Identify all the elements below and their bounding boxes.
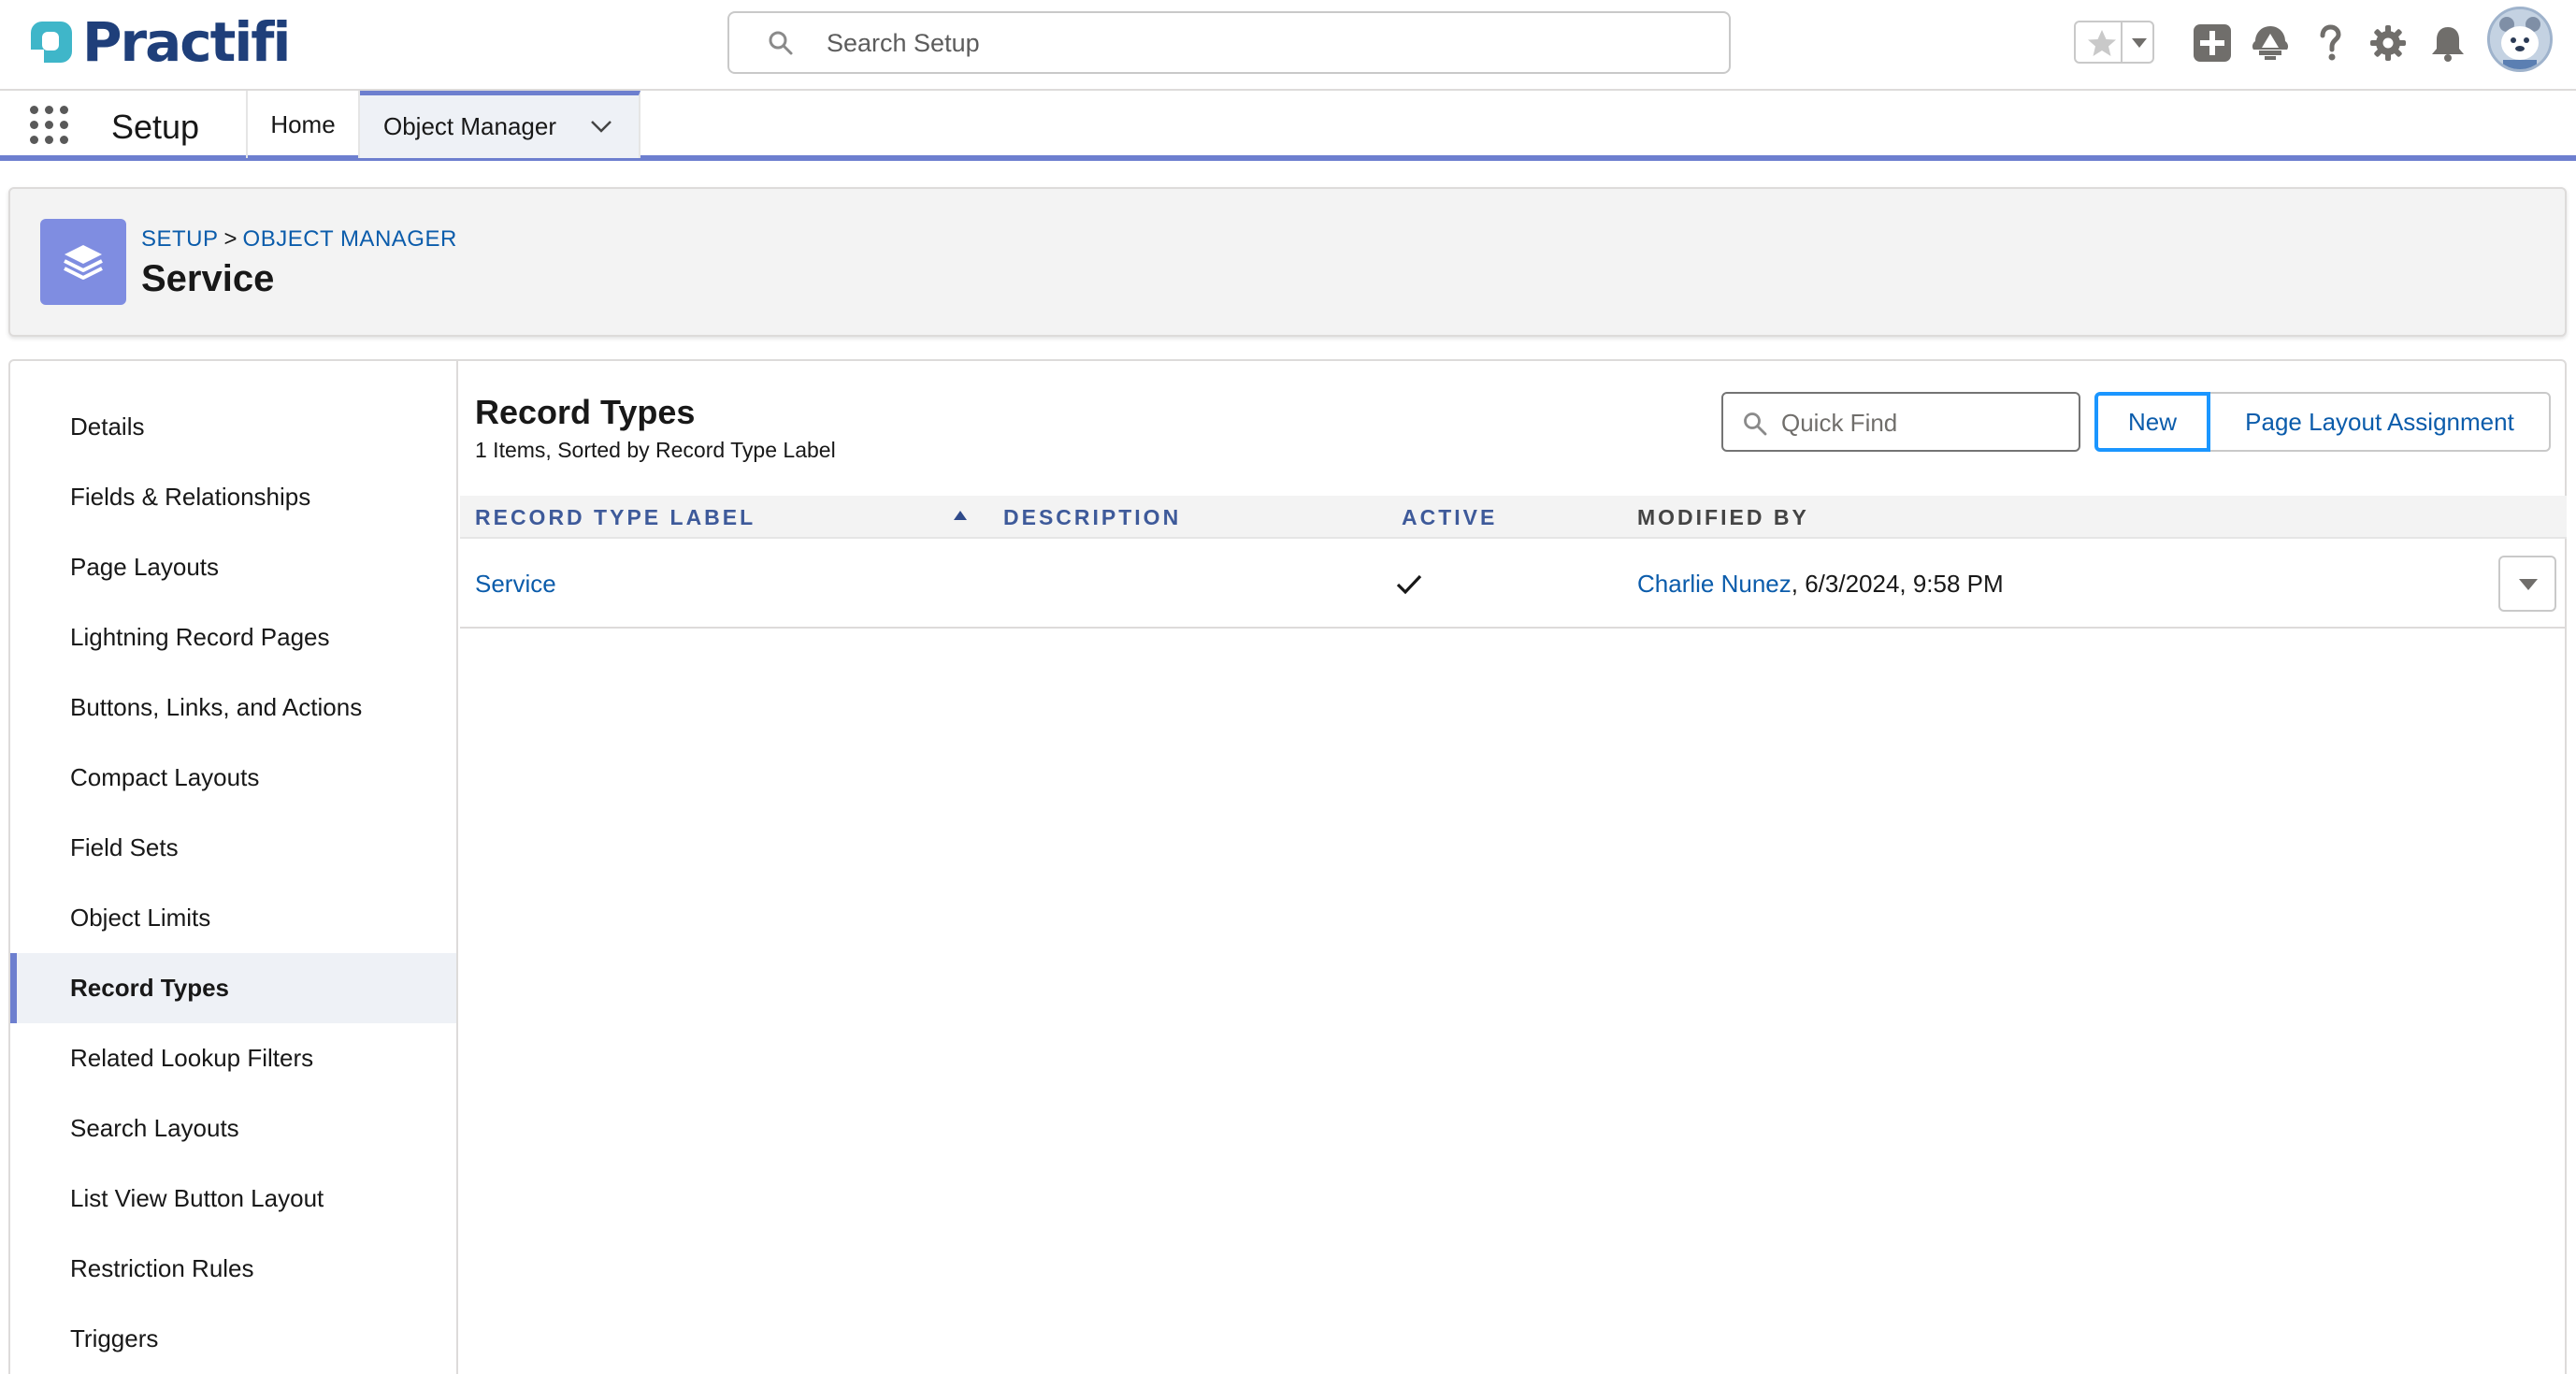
favorites-divider — [2121, 22, 2123, 62]
column-header-active[interactable]: ACTIVE — [1402, 496, 1497, 539]
sidebar-item-fields-relationships[interactable]: Fields & Relationships — [10, 462, 456, 532]
new-button[interactable]: New — [2094, 392, 2210, 452]
sidebar-item-related-lookup-filters[interactable]: Related Lookup Filters — [10, 1023, 456, 1093]
sidebar-item-object-limits[interactable]: Object Limits — [10, 883, 456, 953]
favorites-dropdown-icon[interactable] — [2130, 36, 2149, 51]
layers-icon — [64, 245, 103, 280]
tab-object-manager-label: Object Manager — [383, 112, 556, 140]
modified-by-cell: Charlie Nunez, 6/3/2024, 9:58 PM — [1637, 539, 2004, 629]
quick-find-input[interactable] — [1781, 403, 2062, 442]
record-type-actions: New Page Layout Assignment — [2094, 392, 2551, 452]
user-avatar-icon — [2490, 9, 2550, 69]
search-icon — [1744, 412, 1767, 436]
help-icon[interactable] — [2310, 22, 2351, 64]
global-search-input[interactable] — [827, 22, 1668, 64]
sidebar-item-triggers[interactable]: Triggers — [10, 1304, 456, 1374]
breadcrumb-object-manager-link[interactable]: OBJECT MANAGER — [243, 226, 457, 252]
column-header-modified-by: MODIFIED BY — [1637, 504, 1809, 529]
object-page-header: SETUP > OBJECT MANAGER Service — [8, 187, 2567, 337]
tab-home[interactable]: Home — [248, 91, 360, 158]
chevron-down-icon — [2519, 579, 2538, 590]
trailhead-icon[interactable] — [2250, 22, 2291, 64]
section-title: Record Types — [475, 393, 696, 431]
gear-icon[interactable] — [2367, 22, 2409, 64]
sidebar-item-buttons-links-actions[interactable]: Buttons, Links, and Actions — [10, 673, 456, 743]
sidebar-item-lightning-record-pages[interactable]: Lightning Record Pages — [10, 602, 456, 673]
add-icon[interactable] — [2192, 22, 2233, 64]
breadcrumb: SETUP > OBJECT MANAGER — [141, 226, 457, 253]
global-search-box[interactable] — [727, 11, 1731, 74]
bell-icon[interactable] — [2427, 22, 2468, 64]
table-header: RECORD TYPE LABEL DESCRIPTION ACTIVE MOD… — [460, 496, 2567, 539]
sidebar-item-field-sets[interactable]: Field Sets — [10, 813, 456, 883]
object-icon — [40, 219, 126, 305]
record-type-label-cell: Service — [475, 539, 556, 629]
breadcrumb-separator: > — [223, 226, 237, 252]
sidebar-item-compact-layouts[interactable]: Compact Layouts — [10, 743, 456, 813]
avatar[interactable] — [2487, 7, 2553, 72]
quick-find-box[interactable] — [1721, 392, 2080, 452]
table-row: Service Charlie Nunez, 6/3/2024, 9:58 PM — [460, 539, 2567, 629]
modified-by-user-link[interactable]: Charlie Nunez — [1637, 570, 1792, 599]
sort-ascending-icon[interactable] — [954, 511, 967, 520]
context-navigation-bar: Setup Home Object Manager — [0, 91, 2576, 161]
column-header-description[interactable]: DESCRIPTION — [1003, 496, 1181, 539]
sidebar-item-page-layouts[interactable]: Page Layouts — [10, 532, 456, 602]
sidebar-item-restriction-rules[interactable]: Restriction Rules — [10, 1234, 456, 1304]
favorites-button-group — [2074, 21, 2154, 64]
modified-by-date: , 6/3/2024, 9:58 PM — [1791, 569, 2004, 598]
sidebar-item-record-types[interactable]: Record Types — [10, 953, 456, 1023]
record-types-panel: Record Types 1 Items, Sorted by Record T… — [460, 361, 2567, 1374]
app-name: Setup — [111, 108, 200, 146]
column-header-record-type-label[interactable]: RECORD TYPE LABEL — [475, 496, 756, 539]
sidebar-item-list-view-button-layout[interactable]: List View Button Layout — [10, 1164, 456, 1234]
sidebar-item-details[interactable]: Details — [10, 392, 456, 462]
object-sidebar-nav: Details Fields & Relationships Page Layo… — [10, 361, 458, 1374]
favorites-star-icon[interactable] — [2085, 28, 2119, 58]
search-icon — [769, 31, 793, 55]
chevron-down-icon[interactable] — [589, 118, 613, 135]
row-actions-menu-button[interactable] — [2498, 556, 2556, 612]
main-card: Details Fields & Relationships Page Layo… — [8, 359, 2567, 1374]
page-title: Service — [141, 258, 275, 299]
sidebar-item-search-layouts[interactable]: Search Layouts — [10, 1093, 456, 1164]
practifi-logo-mark-icon — [31, 22, 72, 63]
record-type-service-link[interactable]: Service — [475, 570, 556, 599]
breadcrumb-setup-link[interactable]: SETUP — [141, 226, 219, 252]
tab-object-manager[interactable]: Object Manager — [360, 91, 640, 158]
practifi-logo[interactable]: Practifi — [28, 10, 291, 74]
app-launcher-button[interactable] — [28, 104, 71, 147]
active-checkmark-icon — [1396, 574, 1422, 595]
section-item-count: 1 Items, Sorted by Record Type Label — [475, 438, 836, 462]
logo-text: Practifi — [82, 10, 291, 74]
page-layout-assignment-button[interactable]: Page Layout Assignment — [2209, 392, 2551, 452]
global-header: Practifi — [0, 0, 2576, 91]
